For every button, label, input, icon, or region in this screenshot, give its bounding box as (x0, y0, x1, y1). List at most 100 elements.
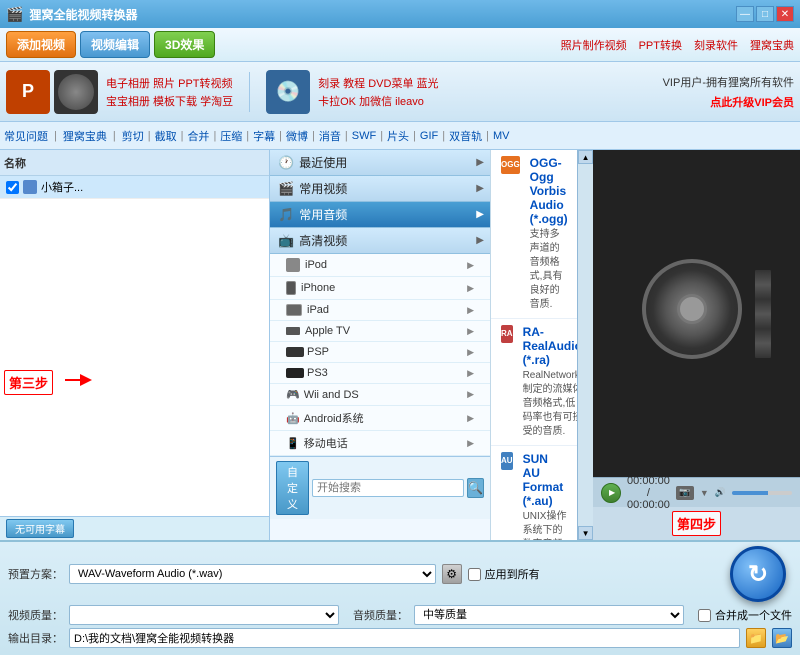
volume-slider[interactable] (732, 491, 792, 495)
format-au[interactable]: AU SUN AU Format (*.au) UNIX操作系统下的数字音频格式… (491, 446, 577, 540)
close-button[interactable]: ✕ (776, 6, 794, 22)
menu-wii[interactable]: 🎮 Wii and DS ▶ (270, 384, 490, 406)
file-list-panel: 名称 小箱子... 无可用字幕 (0, 150, 270, 540)
nav-swf[interactable]: SWF (352, 130, 376, 142)
au-title: SUN AU Format (*.au) (523, 452, 567, 508)
apply-all-checkbox[interactable] (468, 568, 481, 581)
step3-label: 第三步 (4, 370, 53, 395)
file-checkbox[interactable] (6, 181, 19, 194)
menu-ipod[interactable]: iPod ▶ (270, 254, 490, 277)
edit-video-button[interactable]: 视频编辑 (80, 31, 150, 58)
main-area: 第三步 名称 小箱子... 无可用字幕 🕐 最近使用 ▶ 🎬 常用视频 ▶ (0, 150, 800, 540)
nav-gif[interactable]: GIF (420, 130, 438, 142)
file-item[interactable]: 小箱子... (0, 176, 269, 199)
ps3-label: PS3 (307, 367, 328, 379)
nav-header[interactable]: 片头 (387, 128, 409, 144)
nav-weibo[interactable]: 微博 (286, 128, 308, 144)
film-reel (642, 259, 752, 369)
format-ogg[interactable]: OGG OGG-Ogg Vorbis Audio (*.ogg) 支持多声道的音… (491, 150, 577, 319)
ogg-title: OGG-Ogg Vorbis Audio (*.ogg) (530, 156, 568, 226)
file-list: 小箱子... (0, 176, 269, 516)
nav-trim[interactable]: 截取 (155, 128, 177, 144)
menu-recent[interactable]: 🕐 最近使用 ▶ (270, 150, 490, 176)
settings-button[interactable]: ⚙ (442, 564, 462, 584)
menu-psp[interactable]: PSP ▶ (270, 342, 490, 363)
android-label: Android系统 (304, 410, 364, 426)
menu-ipad[interactable]: iPad ▶ (270, 300, 490, 321)
audio-quality-label: 音频质量： (353, 607, 408, 623)
minimize-button[interactable]: — (736, 6, 754, 22)
audio-quality-select[interactable]: 中等质量 (414, 605, 684, 625)
menu-appletv[interactable]: Apple TV ▶ (270, 321, 490, 342)
menu-ps3[interactable]: PS3 ▶ (270, 363, 490, 384)
common-audio-label: 常用音频 (299, 206, 347, 223)
effect-3d-button[interactable]: 3D效果 (154, 31, 215, 58)
menu-android[interactable]: 🤖 Android系统 ▶ (270, 406, 490, 431)
ipod-label: iPod (305, 259, 327, 271)
common-audio-arrow: ▶ (476, 209, 484, 220)
menu-iphone[interactable]: iPhone ▶ (270, 277, 490, 300)
quick-link-2[interactable]: 宝宝相册 模板下载 学淘豆 (106, 93, 233, 109)
menu-common-audio[interactable]: 🎵 常用音频 ▶ (270, 202, 490, 228)
output-path-input[interactable] (69, 628, 740, 648)
extra-link-1[interactable]: 刻录 教程 DVD菜单 蓝光 (318, 75, 438, 91)
quick-link-1[interactable]: 电子相册 照片 PPT转视频 (106, 75, 233, 91)
camera-dropdown[interactable]: ▼ (700, 488, 709, 498)
au-desc: UNIX操作系统下的数字音频格式. (523, 510, 567, 540)
merge-row: 合并成一个文件 (698, 607, 792, 623)
nav-mute[interactable]: 消音 (319, 128, 341, 144)
vip-upgrade-link[interactable]: 点此升级VIP会员 (710, 94, 794, 110)
add-video-button[interactable]: 添加视频 (6, 31, 76, 58)
top-tools-link[interactable]: 照片制作视频 (561, 37, 627, 53)
menu-hd-video[interactable]: 📺 高清视频 ▶ (270, 228, 490, 254)
nav-mv[interactable]: MV (493, 130, 510, 142)
merge-checkbox[interactable] (698, 609, 711, 622)
hd-icon: 📺 (278, 233, 294, 249)
search-button[interactable]: 🔍 (467, 478, 484, 498)
nav-cut[interactable]: 剪切 (122, 128, 144, 144)
subtitle-row: 无可用字幕 (0, 516, 269, 540)
apply-all-row: 应用到所有 (468, 566, 540, 582)
top-store-link[interactable]: 狸窝宝典 (750, 37, 794, 53)
nav-compress[interactable]: 压缩 (220, 128, 242, 144)
iphone-label: iPhone (301, 282, 335, 294)
output-row: 输出目录： 📁 📂 (8, 628, 792, 648)
search-input[interactable] (312, 479, 464, 497)
scroll-down-button[interactable]: ▼ (578, 526, 593, 540)
browse-button[interactable]: 📁 (746, 628, 766, 648)
ra-title: RA-RealAudio (*.ra) (523, 325, 577, 367)
nav-dual-audio[interactable]: 双音轨 (449, 128, 482, 144)
restore-button[interactable]: □ (756, 6, 774, 22)
video-quality-select[interactable] (69, 605, 339, 625)
menu-common-video[interactable]: 🎬 常用视频 ▶ (270, 176, 490, 202)
preset-select[interactable]: WAV-Waveform Audio (*.wav) (69, 564, 436, 584)
scroll-up-button[interactable]: ▲ (578, 150, 593, 164)
common-video-arrow: ▶ (476, 183, 484, 194)
psp-icon (286, 347, 304, 357)
open-folder-button[interactable]: 📂 (772, 628, 792, 648)
top-ppt-link[interactable]: PPT转换 (639, 37, 682, 53)
android-icon: 🤖 (286, 412, 300, 425)
mobile-label: 移动电话 (304, 435, 348, 451)
play-button[interactable]: ▶ (601, 483, 621, 503)
screenshot-button[interactable]: 📷 (676, 486, 694, 500)
ogg-icon: OGG (501, 156, 520, 174)
hd-arrow: ▶ (476, 235, 484, 246)
nav-faq[interactable]: 常见问题 (4, 128, 48, 144)
menu-mobile[interactable]: 📱 移动电话 ▶ (270, 431, 490, 456)
top-burn-link[interactable]: 刻录软件 (694, 37, 738, 53)
convert-button[interactable]: ↻ (730, 546, 786, 602)
custom-button[interactable]: 自定义 (276, 461, 309, 515)
subtitle-button[interactable]: 无可用字幕 (6, 519, 74, 538)
nav-merge[interactable]: 合并 (187, 128, 209, 144)
player-controls: ▶ 00:00:00 / 00:00:00 📷 ▼ 🔊 (593, 477, 800, 507)
recent-label: 最近使用 (299, 154, 347, 171)
nav-subtitle[interactable]: 字幕 (253, 128, 275, 144)
app-title: 狸窝全能视频转换器 (29, 6, 137, 23)
volume-icon: 🔊 (715, 487, 726, 498)
extra-link-2[interactable]: 卡拉OK 加微信 ileavo (318, 93, 438, 109)
nav-store[interactable]: 狸窝宝典 (63, 128, 107, 144)
ogg-desc: 支持多声道的音频格式,具有良好的音质. (530, 228, 568, 312)
film-strip (754, 269, 772, 359)
format-ra[interactable]: RA RA-RealAudio (*.ra) RealNetworks制定的流媒… (491, 319, 577, 446)
